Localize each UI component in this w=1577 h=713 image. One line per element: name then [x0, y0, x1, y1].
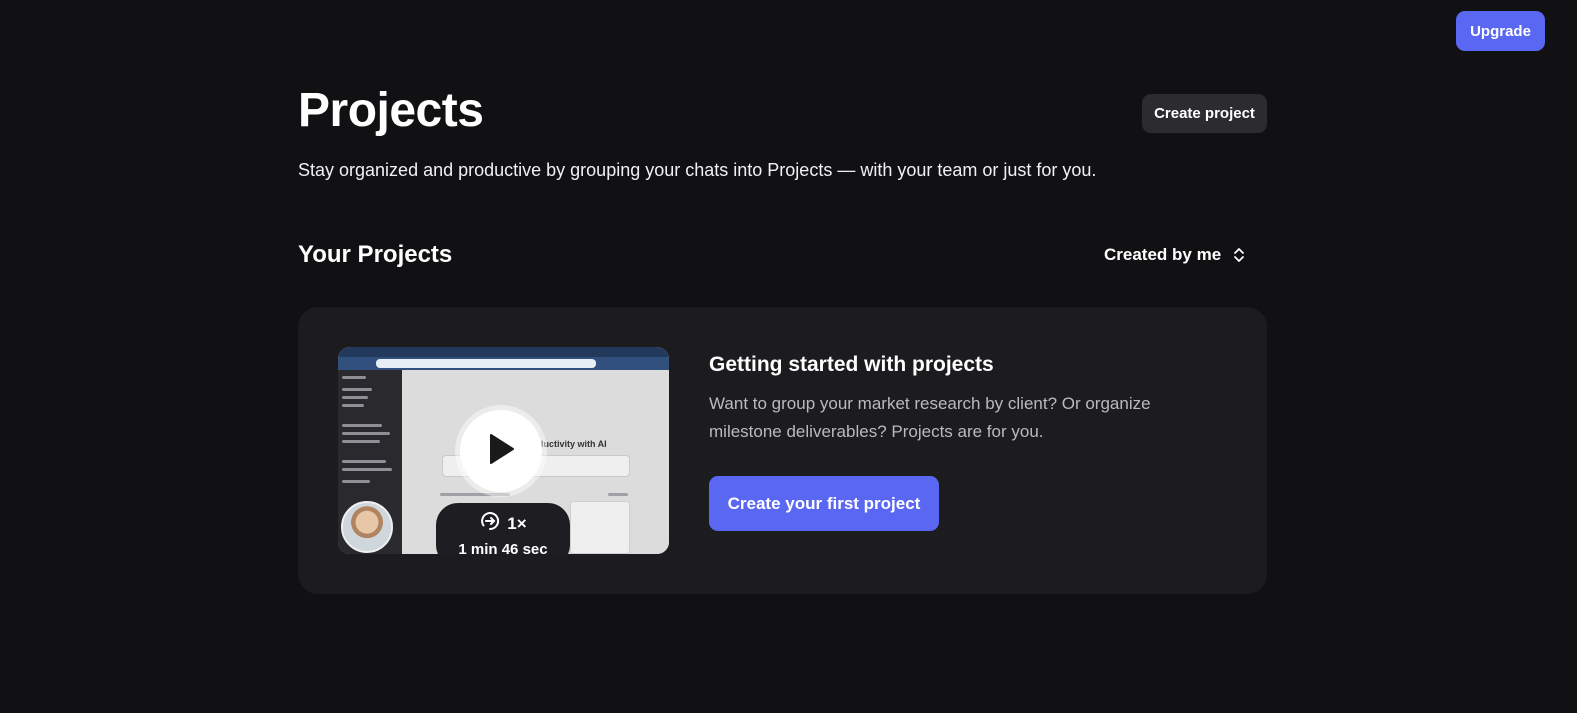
- playback-speed-label: 1×: [507, 513, 527, 533]
- video-screen-line: [440, 493, 510, 496]
- video-sidebar-line: [342, 396, 368, 399]
- play-icon: [487, 433, 515, 470]
- page-title: Projects: [298, 84, 484, 137]
- video-screen-line: [608, 493, 628, 496]
- presenter-avatar: [341, 501, 393, 553]
- card-title: Getting started with projects: [709, 353, 994, 376]
- video-sidebar-line: [342, 424, 382, 427]
- video-sidebar-line: [342, 376, 366, 379]
- getting-started-card: ductivity with AI 1× 1 min 46 sec Gettin…: [298, 307, 1267, 594]
- sort-filter-label: Created by me: [1104, 245, 1222, 264]
- projects-page: Upgrade Projects Create project Stay org…: [0, 0, 1577, 713]
- video-sidebar-line: [342, 480, 370, 483]
- playback-info-pill[interactable]: 1× 1 min 46 sec: [436, 503, 570, 554]
- upgrade-button[interactable]: Upgrade: [1456, 11, 1545, 51]
- video-sidebar-line: [342, 432, 390, 435]
- page-subtitle: Stay organized and productive by groupin…: [298, 160, 1097, 180]
- tutorial-video[interactable]: ductivity with AI 1× 1 min 46 sec: [338, 347, 669, 554]
- create-first-project-button[interactable]: Create your first project: [709, 476, 939, 531]
- play-button[interactable]: [460, 410, 542, 492]
- video-screen-headline: ductivity with AI: [538, 439, 607, 449]
- video-sidebar-line: [342, 460, 386, 463]
- video-browser-urlbar: [376, 359, 596, 368]
- video-sidebar-line: [342, 404, 364, 407]
- video-browser-tabbar: [338, 347, 669, 357]
- playback-speed[interactable]: 1×: [436, 510, 570, 537]
- video-sidebar-line: [342, 388, 372, 391]
- playback-speed-icon: [479, 510, 501, 537]
- section-title: Your Projects: [298, 241, 453, 268]
- video-screen-panel: [570, 501, 630, 554]
- sort-filter-select[interactable]: Created by me: [1104, 242, 1245, 268]
- create-project-button[interactable]: Create project: [1142, 94, 1267, 133]
- video-sidebar-line: [342, 468, 392, 471]
- card-description: Want to group your market research by cl…: [709, 394, 1151, 441]
- chevron-up-down-icon: [1233, 247, 1245, 263]
- video-sidebar-line: [342, 440, 380, 443]
- video-duration: 1 min 46 sec: [458, 541, 548, 554]
